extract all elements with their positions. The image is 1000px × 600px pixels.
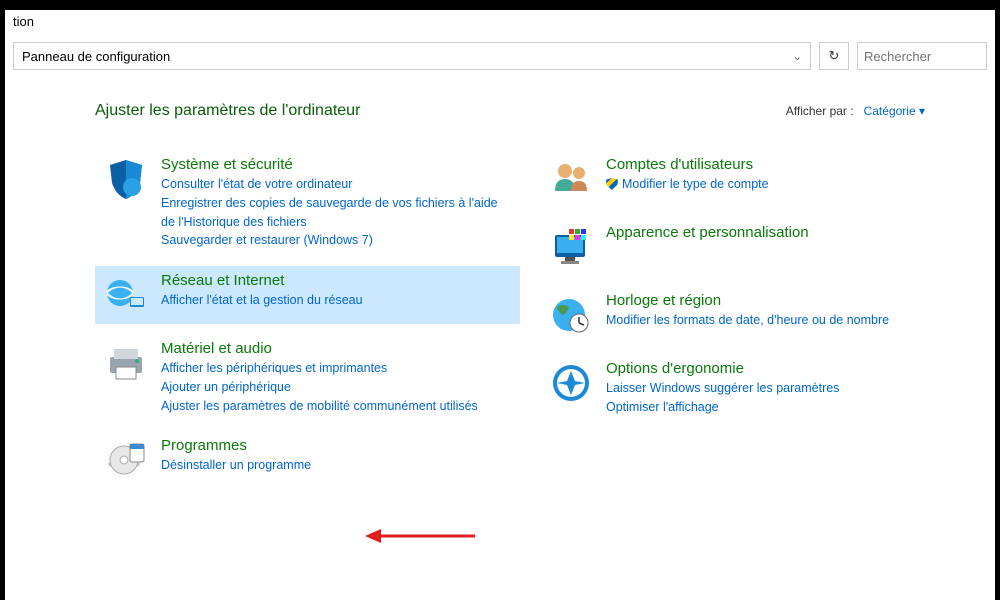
chevron-down-icon[interactable]: ⌄: [793, 50, 802, 63]
category-heading[interactable]: Réseau et Internet: [161, 272, 512, 289]
category-systeme-securite: Système et sécurité Consulter l'état de …: [95, 150, 520, 256]
subtask-link[interactable]: Modifier les formats de date, d'heure ou…: [606, 311, 957, 330]
category-text: Options d'ergonomie Laisser Windows sugg…: [606, 360, 957, 417]
printer-icon: [103, 340, 149, 386]
refresh-icon: ↻: [829, 48, 840, 64]
subtask-link[interactable]: Sauvegarder et restaurer (Windows 7): [161, 231, 512, 250]
category-heading[interactable]: Horloge et région: [606, 292, 957, 309]
subtask-link[interactable]: Afficher les périphériques et imprimante…: [161, 359, 512, 378]
left-column: Système et sécurité Consulter l'état de …: [95, 150, 520, 499]
category-materiel-audio: Matériel et audio Afficher les périphéri…: [95, 334, 520, 421]
caret-down-icon: ▾: [919, 104, 925, 118]
content-area: Ajuster les paramètres de l'ordinateur A…: [5, 82, 995, 519]
users-icon: [548, 156, 594, 202]
viewby-value: Catégorie: [864, 104, 916, 118]
subtask-link[interactable]: Optimiser l'affichage: [606, 398, 957, 417]
category-text: Réseau et Internet Afficher l'état et la…: [161, 272, 512, 310]
search-input[interactable]: [864, 49, 980, 64]
category-heading[interactable]: Options d'ergonomie: [606, 360, 957, 377]
refresh-button[interactable]: ↻: [819, 42, 849, 70]
category-heading[interactable]: Programmes: [161, 437, 512, 454]
address-bar[interactable]: Panneau de configuration ⌄: [13, 42, 811, 70]
view-by: Afficher par : Catégorie ▾: [786, 104, 925, 118]
category-heading[interactable]: Matériel et audio: [161, 340, 512, 357]
categories-columns: Système et sécurité Consulter l'état de …: [95, 150, 965, 499]
subtask-link[interactable]: Consulter l'état de votre ordinateur: [161, 175, 512, 194]
category-reseau-internet[interactable]: Réseau et Internet Afficher l'état et la…: [95, 266, 520, 324]
page-title: Ajuster les paramètres de l'ordinateur: [95, 102, 360, 120]
subtask-link[interactable]: Ajuster les paramètres de mobilité commu…: [161, 397, 512, 416]
address-row: Panneau de configuration ⌄ ↻: [5, 38, 995, 82]
category-text: Comptes d'utilisateurs Modifier le type …: [606, 156, 957, 194]
globe-network-icon: [103, 272, 149, 318]
category-ergonomie: Options d'ergonomie Laisser Windows sugg…: [540, 354, 965, 423]
category-text: Apparence et personnalisation: [606, 224, 957, 243]
category-horloge-region: Horloge et région Modifier les formats d…: [540, 286, 965, 344]
category-heading[interactable]: Apparence et personnalisation: [606, 224, 957, 241]
search-box[interactable]: [857, 42, 987, 70]
programs-icon: [103, 437, 149, 483]
titlebar: tion: [5, 10, 995, 38]
category-apparence: Apparence et personnalisation: [540, 218, 965, 276]
category-text: Matériel et audio Afficher les périphéri…: [161, 340, 512, 415]
viewby-label: Afficher par :: [786, 104, 854, 118]
window-title-fragment: tion: [13, 14, 34, 29]
category-heading[interactable]: Système et sécurité: [161, 156, 512, 173]
ease-of-access-icon: [548, 360, 594, 406]
viewby-dropdown[interactable]: Catégorie ▾: [864, 104, 925, 118]
subtask-link[interactable]: Afficher l'état et la gestion du réseau: [161, 291, 512, 310]
right-column: Comptes d'utilisateurs Modifier le type …: [540, 150, 965, 499]
control-panel-window: tion Panneau de configuration ⌄ ↻ Ajuste…: [5, 10, 995, 600]
category-text: Horloge et région Modifier les formats d…: [606, 292, 957, 330]
category-programmes: Programmes Désinstaller un programme: [95, 431, 520, 489]
category-comptes: Comptes d'utilisateurs Modifier le type …: [540, 150, 965, 208]
subtask-link[interactable]: Ajouter un périphérique: [161, 378, 512, 397]
subtask-link[interactable]: Enregistrer des copies de sauvegarde de …: [161, 194, 512, 232]
subtask-link[interactable]: Laisser Windows suggérer les paramètres: [606, 379, 957, 398]
shield-icon: [103, 156, 149, 202]
address-path: Panneau de configuration: [22, 49, 170, 64]
header-row: Ajuster les paramètres de l'ordinateur A…: [95, 102, 965, 120]
category-heading[interactable]: Comptes d'utilisateurs: [606, 156, 957, 173]
category-text: Système et sécurité Consulter l'état de …: [161, 156, 512, 250]
category-text: Programmes Désinstaller un programme: [161, 437, 512, 475]
clock-globe-icon: [548, 292, 594, 338]
appearance-icon: [548, 224, 594, 270]
subtask-link-uninstall[interactable]: Désinstaller un programme: [161, 456, 512, 475]
subtask-link[interactable]: Modifier le type de compte: [606, 175, 957, 194]
